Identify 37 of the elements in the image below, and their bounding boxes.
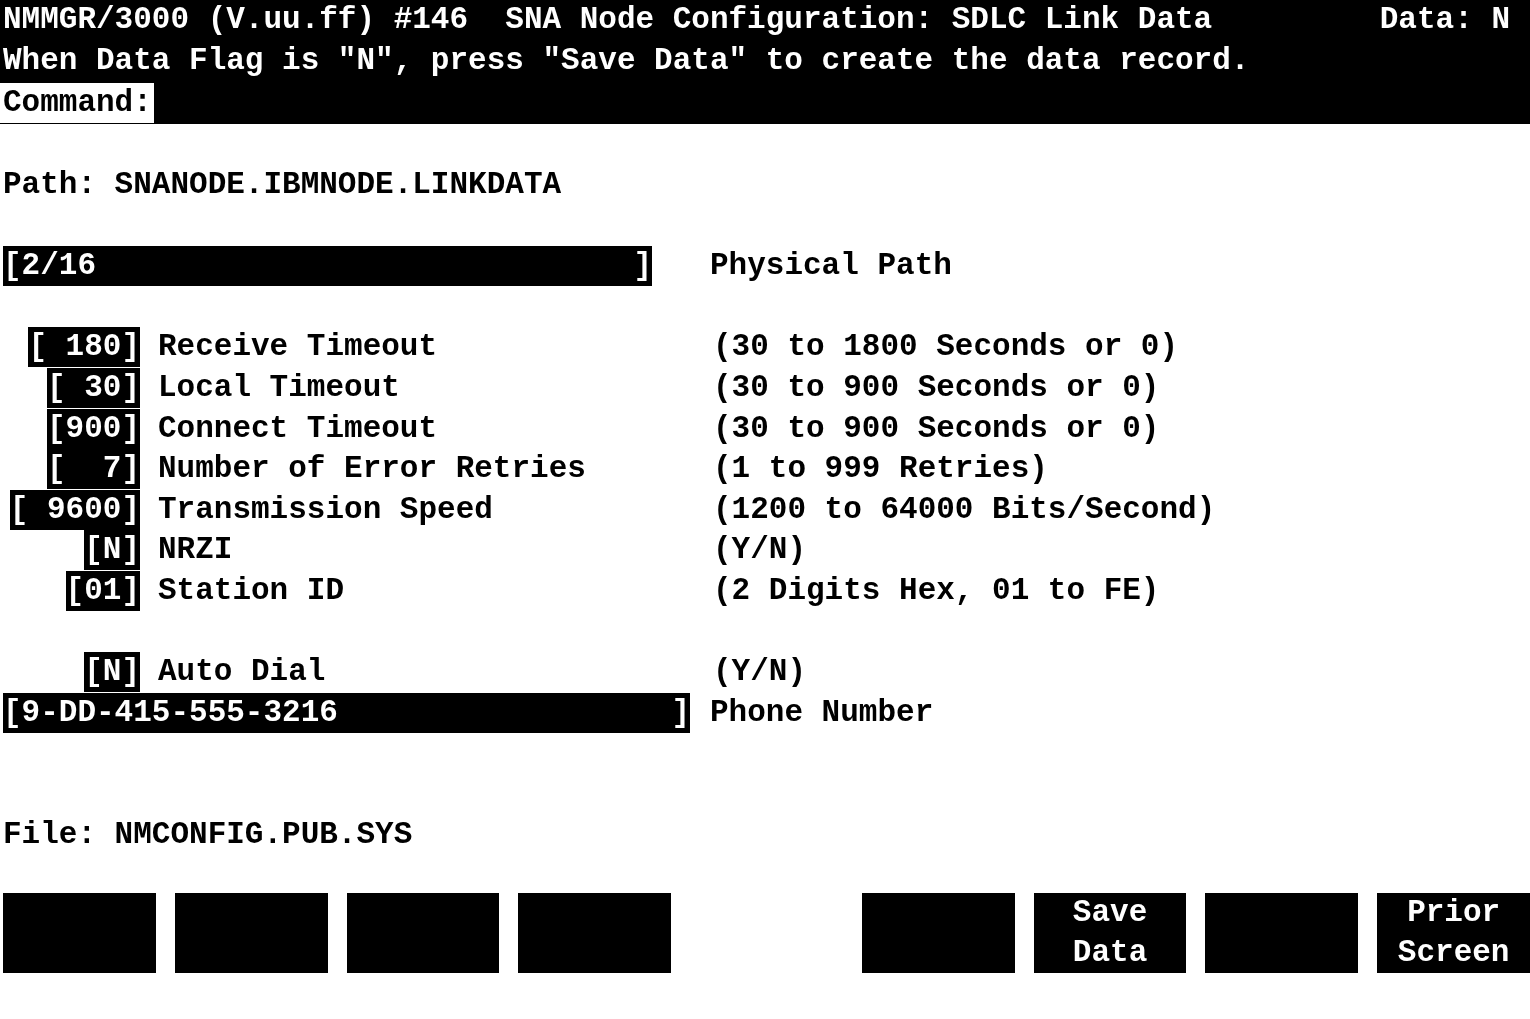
field-label: Auto Dial xyxy=(158,653,327,692)
function-key[interactable] xyxy=(346,892,500,973)
input-field[interactable]: [900] xyxy=(47,408,140,449)
range-hint: (2 Digits Hex, 01 to FE) xyxy=(713,572,1160,610)
instruction-message: When Data Flag is "N", press "Save Data" to create the data record. xyxy=(3,41,1250,80)
field-label: Number of Error Retries xyxy=(158,450,587,489)
function-key[interactable]: Save Data xyxy=(1033,892,1187,973)
field-label: NRZI xyxy=(158,531,234,570)
field-label: Local Timeout xyxy=(158,369,401,408)
input-field[interactable]: [01] xyxy=(65,571,140,611)
path-text: Path: SNANODE.IBMNODE.LINKDATA xyxy=(3,166,562,205)
range-hint: (Y/N) xyxy=(713,531,806,570)
range-hint: (1200 to 64000 Bits/Second) xyxy=(713,490,1216,529)
field-label: Receive Timeout xyxy=(158,328,439,367)
input-field[interactable]: [ 180] xyxy=(28,327,140,368)
field-label: Connect Timeout xyxy=(158,409,439,448)
range-hint: (Y/N) xyxy=(713,653,806,692)
window-title: NMMGR/3000 (V.uu.ff) #146 SNA Node Configuration: SDLC Link Data xyxy=(3,1,1214,40)
range-hint: (30 to 900 Seconds or 0) xyxy=(713,409,1160,448)
field-label: Transmission Speed xyxy=(158,490,494,529)
field-label: Station ID xyxy=(158,572,346,610)
range-hint: (30 to 900 Seconds or 0) xyxy=(713,369,1160,408)
range-hint: (30 to 1800 Seconds or 0) xyxy=(713,328,1179,367)
field-label: Physical Path xyxy=(710,247,952,286)
field-label: Phone Number xyxy=(710,693,934,732)
data-flag-text: Data: N xyxy=(1379,1,1511,40)
range-hint: (1 to 999 Retries) xyxy=(713,450,1048,489)
input-field[interactable]: [ 7] xyxy=(47,449,140,490)
input-field[interactable]: [N] xyxy=(84,652,140,693)
input-field[interactable]: [N] xyxy=(84,530,140,571)
input-field[interactable]: [ 30] xyxy=(47,368,140,409)
input-field[interactable]: [ 9600] xyxy=(9,489,140,530)
file-text: File: NMCONFIG.PUB.SYS xyxy=(3,815,413,854)
command-label: Command: xyxy=(0,82,154,123)
input-field[interactable]: [2/16 ] xyxy=(3,246,652,287)
function-key[interactable]: Prior Screen xyxy=(1377,892,1530,973)
input-field[interactable]: [9-DD-415-555-3216 ] xyxy=(3,692,690,733)
